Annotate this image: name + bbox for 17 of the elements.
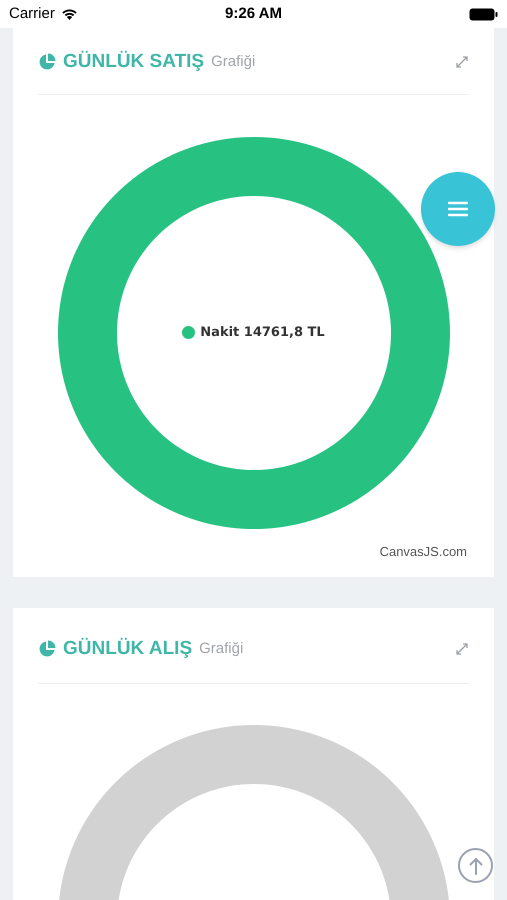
expand-icon[interactable] (455, 642, 469, 656)
card-subtitle: Grafiği (211, 52, 256, 72)
legend-label: Nakit 14761,8 TL (200, 324, 325, 342)
scroll-to-top-button[interactable] (458, 848, 493, 883)
expand-icon[interactable] (455, 55, 469, 70)
card-title: GÜNLÜK ALIŞ (63, 636, 192, 661)
card-title: GÜNLÜK SATIŞ (63, 50, 204, 74)
pie-chart-icon (38, 53, 56, 72)
arrow-up-icon (468, 856, 482, 874)
card-subtitle: Grafiği (199, 639, 244, 659)
carrier-label: Carrier (9, 4, 55, 24)
battery-icon (469, 8, 498, 20)
pie-chart-icon (38, 640, 56, 658)
clock-time: 9:26 AM (225, 4, 282, 24)
chart-credit[interactable]: CanvasJS.com (380, 542, 467, 561)
wifi-icon (60, 8, 78, 20)
menu-icon (448, 201, 468, 217)
